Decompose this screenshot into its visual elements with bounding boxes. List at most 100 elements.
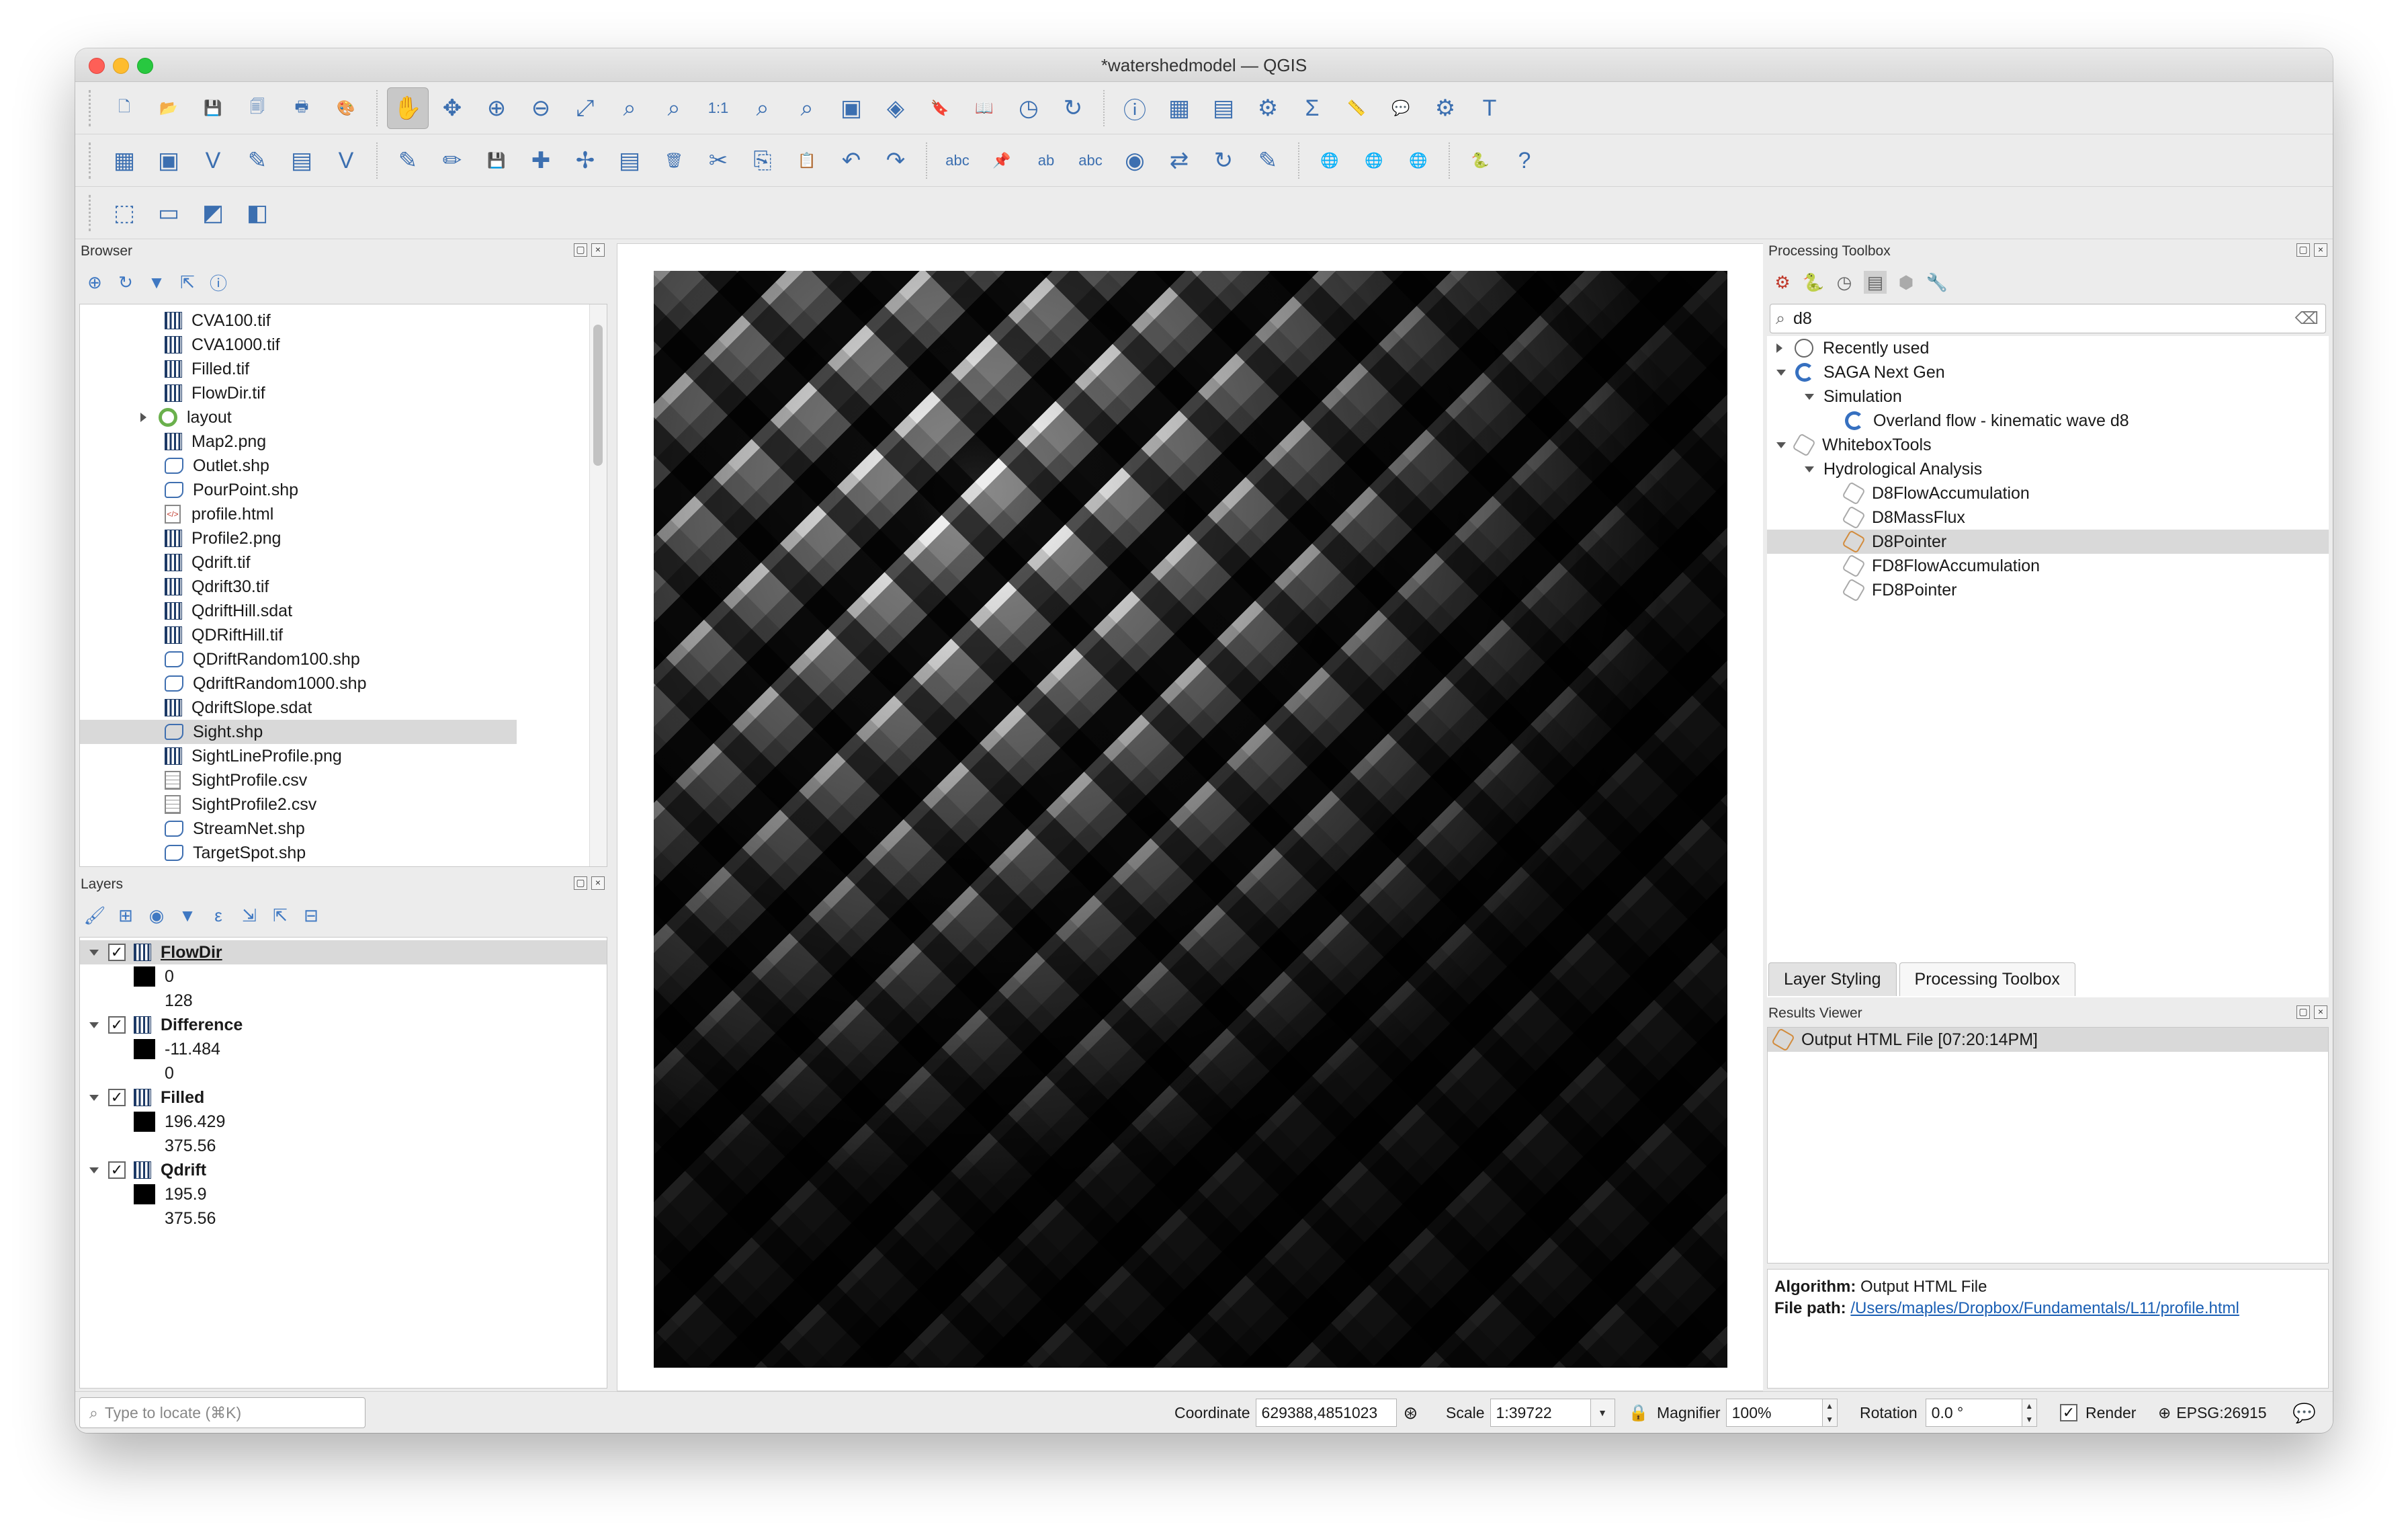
close-panel-button[interactable]: × <box>2314 243 2327 257</box>
float-panel-button[interactable]: ▢ <box>574 876 587 890</box>
browser-item[interactable]: StreamNet.shp <box>80 817 517 841</box>
collapse-arrow-icon[interactable] <box>89 949 99 956</box>
browser-item[interactable]: CVA100.tif <box>80 308 517 333</box>
pan-icon[interactable]: ✋ <box>387 87 429 129</box>
messages-icon[interactable]: 💬 <box>2292 1402 2316 1424</box>
collapse-arrow-icon[interactable] <box>1776 369 1786 376</box>
add-wcs-icon[interactable]: 🌐 <box>1398 140 1439 181</box>
magnifier-field[interactable]: 100% <box>1725 1399 1823 1427</box>
style-manager-icon[interactable]: 🎨 <box>325 87 367 129</box>
coordinate-field[interactable]: 629388,4851023 <box>1255 1399 1397 1427</box>
scale-dropdown-icon[interactable]: ▼ <box>1590 1399 1615 1427</box>
browser-item[interactable]: TargetSpot.shp <box>80 841 517 865</box>
browser-item[interactable]: QdriftHill.sdat <box>80 599 517 623</box>
highlight-label-icon[interactable]: ab <box>1025 140 1067 181</box>
browser-item[interactable]: Profile2.png <box>80 526 517 550</box>
results-viewer-icon[interactable]: ▤ <box>1864 271 1887 294</box>
map-canvas[interactable] <box>617 243 1764 1391</box>
add-layer-icon[interactable]: ⊕ <box>83 271 106 294</box>
vertex-tool-icon[interactable]: ✢ <box>564 140 606 181</box>
info-icon[interactable]: ⓘ <box>207 271 230 294</box>
filter-legend-icon[interactable]: ▼ <box>176 904 199 927</box>
collapse-arrow-icon[interactable] <box>1805 393 1814 400</box>
browser-item[interactable]: SightLineProfile.png <box>80 744 517 768</box>
browser-item[interactable]: QdriftRandom1000.shp <box>80 671 517 696</box>
new-geopackage-icon[interactable]: ▣ <box>148 140 189 181</box>
browser-item[interactable]: layout <box>80 405 517 429</box>
add-wfs-icon[interactable]: 🌐 <box>1353 140 1395 181</box>
refresh-icon[interactable]: ↻ <box>114 271 137 294</box>
identify-icon[interactable]: ⓘ <box>1114 87 1156 129</box>
open-project-icon[interactable]: 📂 <box>148 87 189 129</box>
new-temp-layer-icon[interactable]: ▤ <box>281 140 322 181</box>
expand-arrow-icon[interactable] <box>140 413 146 422</box>
redo-icon[interactable]: ↷ <box>875 140 916 181</box>
copy-icon[interactable]: ⎘ <box>742 140 783 181</box>
modify-attributes-icon[interactable]: ▤ <box>609 140 650 181</box>
layer-visibility-checkbox[interactable]: ✓ <box>108 1161 126 1179</box>
magnifier-spinner[interactable]: ▲ ▼ <box>1822 1399 1838 1427</box>
algorithm-item[interactable]: FD8Pointer <box>1767 578 2329 602</box>
text-annotation-icon[interactable]: T <box>1469 87 1510 129</box>
label-abc-icon[interactable]: abc <box>1070 140 1111 181</box>
open-attribute-table-icon[interactable]: ▦ <box>1158 87 1200 129</box>
new-bookmark-icon[interactable]: 🔖 <box>919 87 961 129</box>
toggle-extents-icon[interactable]: ⊛ <box>1404 1403 1418 1423</box>
browser-item[interactable]: PourPoint.shp <box>80 478 517 502</box>
algorithm-item[interactable]: D8Pointer <box>1767 530 2329 554</box>
browser-scrollbar[interactable] <box>589 304 607 866</box>
options-icon[interactable]: 🔧 <box>1926 271 1948 294</box>
float-panel-button[interactable]: ▢ <box>574 243 587 257</box>
print-layout-icon[interactable]: 🖶 <box>281 87 322 129</box>
close-panel-button[interactable]: × <box>591 876 605 890</box>
statistical-summary-icon[interactable]: ▤ <box>1203 87 1244 129</box>
delete-selected-icon[interactable]: 🗑 <box>653 140 695 181</box>
browser-item[interactable]: SightProfile.csv <box>80 768 517 792</box>
add-wms-icon[interactable]: 🌐 <box>1309 140 1350 181</box>
move-label-icon[interactable]: ⇄ <box>1158 140 1200 181</box>
edit-features-in-place-icon[interactable]: ⬢ <box>1895 271 1918 294</box>
select-by-expression-icon[interactable]: ⬚ <box>103 192 145 234</box>
select-feature-icon[interactable]: ⚙ <box>1424 87 1466 129</box>
zoom-to-selection-icon[interactable]: ⌕ <box>609 87 650 129</box>
browser-item[interactable]: CVA1000.tif <box>80 333 517 357</box>
digitize-icon[interactable]: ✎ <box>236 140 278 181</box>
render-checkbox[interactable]: ✓ <box>2060 1404 2077 1421</box>
save-edits-icon[interactable]: 💾 <box>476 140 517 181</box>
algorithm-item[interactable]: D8MassFlux <box>1767 505 2329 530</box>
add-group-icon[interactable]: ⊞ <box>114 904 137 927</box>
save-as-icon[interactable]: 🗐 <box>236 87 278 129</box>
scale-field[interactable]: 1:39722 <box>1490 1399 1591 1427</box>
browser-item[interactable]: QdriftSlope.sdat <box>80 696 517 720</box>
rotation-field[interactable]: 0.0 ° <box>1925 1399 2022 1427</box>
save-project-icon[interactable]: 💾 <box>192 87 234 129</box>
new-shapefile-icon[interactable]: V <box>192 140 234 181</box>
collapse-all-icon[interactable]: ⇱ <box>176 271 199 294</box>
browser-item[interactable]: QDRiftHill.tif <box>80 623 517 647</box>
layer-visibility-checkbox[interactable]: ✓ <box>108 1089 126 1106</box>
select-layer-icon[interactable]: ◩ <box>192 192 234 234</box>
rotation-spinner[interactable]: ▲ ▼ <box>2022 1399 2037 1427</box>
crs-icon[interactable]: ⊕ <box>2158 1404 2171 1422</box>
browser-item[interactable]: Sight.shp <box>80 720 517 744</box>
toggle-edit-icon[interactable]: ✏ <box>431 140 473 181</box>
new-3d-view-icon[interactable]: ◈ <box>875 87 916 129</box>
add-feature-icon[interactable]: ✚ <box>520 140 562 181</box>
measure-icon[interactable]: 📏 <box>1336 87 1377 129</box>
temporal-controller-icon[interactable]: ◷ <box>1008 87 1049 129</box>
collapse-arrow-icon[interactable] <box>1776 442 1786 448</box>
map-tips-icon[interactable]: 💬 <box>1380 87 1422 129</box>
zoom-native-icon[interactable]: 1:1 <box>697 87 739 129</box>
tree-node-simulation[interactable]: Simulation <box>1767 384 2329 409</box>
undo-icon[interactable]: ↶ <box>830 140 872 181</box>
edit-pencil-icon[interactable]: ✎ <box>387 140 429 181</box>
cut-icon[interactable]: ✂ <box>697 140 739 181</box>
raster-map-image[interactable] <box>654 271 1727 1368</box>
show-hide-label-icon[interactable]: ◉ <box>1114 140 1156 181</box>
tree-node-hydro[interactable]: Hydrological Analysis <box>1767 457 2329 481</box>
collapse-arrow-icon[interactable] <box>1805 466 1814 472</box>
processing-toolbox-icon[interactable]: ⚙ <box>1247 87 1289 129</box>
float-panel-button[interactable]: ▢ <box>2296 243 2310 257</box>
open-styling-icon[interactable]: 🖌 <box>83 904 106 927</box>
filter-expression-icon[interactable]: ε <box>207 904 230 927</box>
